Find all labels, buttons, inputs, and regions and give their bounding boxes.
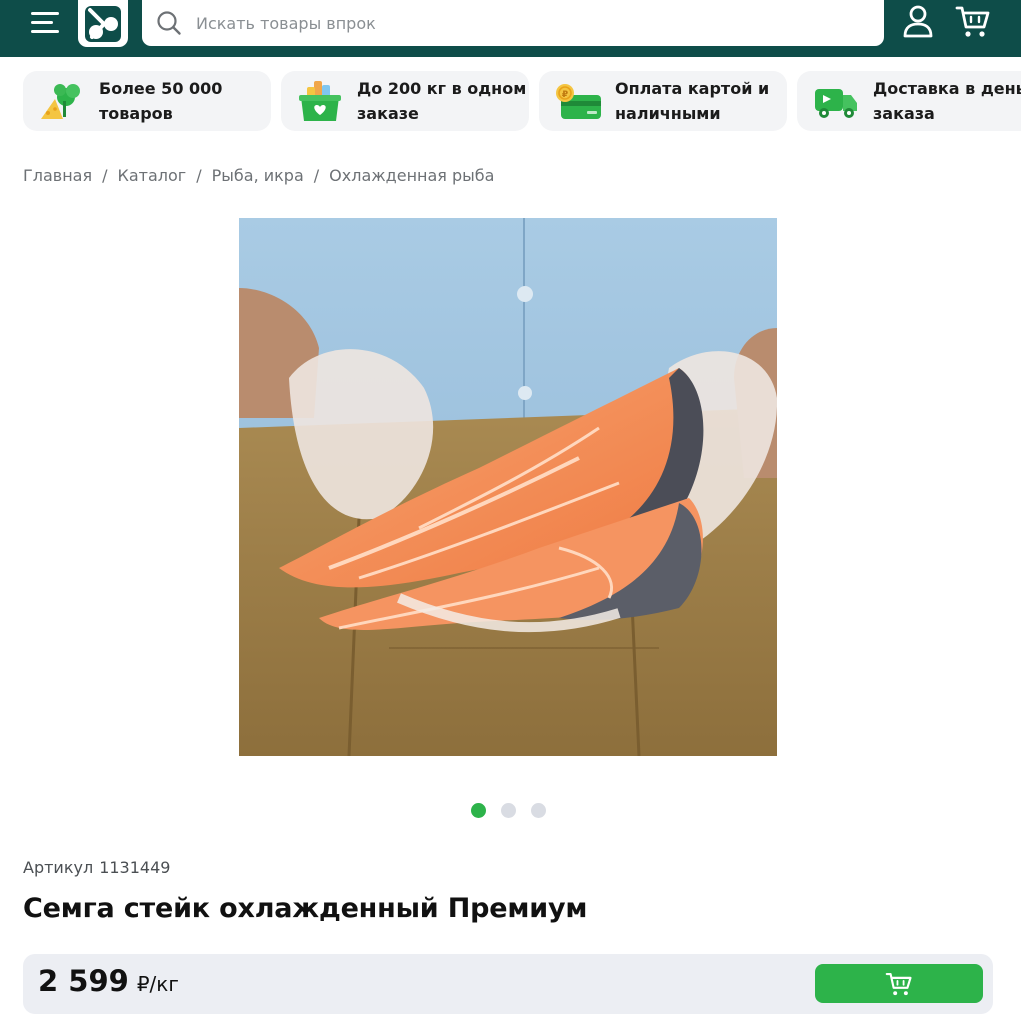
breadcrumb-separator: / xyxy=(196,166,202,185)
payment-card-icon: ₽ xyxy=(556,84,601,119)
article-value: 1131449 xyxy=(99,858,171,877)
logo-icon xyxy=(85,5,121,42)
top-header xyxy=(0,0,1021,57)
search-icon[interactable] xyxy=(156,10,182,36)
price-bar: 2 599 ₽/кг xyxy=(23,954,993,1014)
price-value: 2 599 xyxy=(38,964,129,998)
article-number: Артикул 1131449 xyxy=(23,858,170,877)
breadcrumb: Главная / Каталог / Рыба, икра / Охлажде… xyxy=(23,166,494,185)
product-image[interactable] xyxy=(239,218,777,756)
svg-text:₽: ₽ xyxy=(562,90,568,100)
feature-line: наличными xyxy=(615,104,721,123)
feature-line: заказа xyxy=(873,104,935,123)
feature-line: Оплата картой и xyxy=(615,79,770,98)
feature-line: До 200 кг в одном xyxy=(357,79,527,98)
feature-line: товаров xyxy=(99,104,173,123)
menu-icon[interactable] xyxy=(28,9,62,37)
cart-icon xyxy=(885,972,912,995)
search-input[interactable] xyxy=(196,13,836,33)
feature-line: заказе xyxy=(357,104,419,123)
grocery-box-icon xyxy=(299,81,341,121)
feature-weight[interactable]: До 200 кг в одном заказе xyxy=(281,71,529,131)
breadcrumb-separator: / xyxy=(313,166,320,185)
gallery-dot-3[interactable] xyxy=(531,803,546,818)
breadcrumb-catalog[interactable]: Каталог xyxy=(118,166,187,185)
feature-delivery[interactable]: Доставка в день заказа xyxy=(797,71,1021,131)
cart-icon[interactable] xyxy=(955,3,991,39)
gallery-dot-1[interactable] xyxy=(471,803,486,818)
price-unit: ₽/кг xyxy=(136,972,179,996)
feature-assortment[interactable]: Более 50 000 товаров xyxy=(23,71,271,131)
breadcrumb-separator: / xyxy=(102,166,108,185)
price: 2 599 ₽/кг xyxy=(38,964,179,998)
features-strip: Более 50 000 товаров До 200 кг в одном з… xyxy=(23,71,1021,131)
gallery-dot-2[interactable] xyxy=(501,803,516,818)
feature-payment[interactable]: ₽ Оплата картой и наличными xyxy=(539,71,787,131)
vegetables-icon xyxy=(41,84,80,119)
feature-line: Доставка в день xyxy=(873,79,1021,98)
breadcrumb-fish-caviar[interactable]: Рыба, икра xyxy=(212,166,304,185)
user-icon[interactable] xyxy=(900,3,936,39)
gallery-pagination xyxy=(471,803,546,818)
breadcrumb-home[interactable]: Главная xyxy=(23,166,92,185)
breadcrumb-chilled-fish[interactable]: Охлажденная рыба xyxy=(329,166,494,185)
article-label: Артикул xyxy=(23,858,94,877)
add-to-cart-button[interactable] xyxy=(815,964,983,1003)
delivery-truck-icon xyxy=(815,89,857,118)
product-title: Семга стейк охлажденный Премиум xyxy=(23,893,588,924)
feature-line: Более 50 000 xyxy=(99,79,223,98)
salmon-steak-photo xyxy=(239,218,777,756)
search-bar[interactable] xyxy=(142,0,884,46)
logo[interactable] xyxy=(78,0,128,47)
